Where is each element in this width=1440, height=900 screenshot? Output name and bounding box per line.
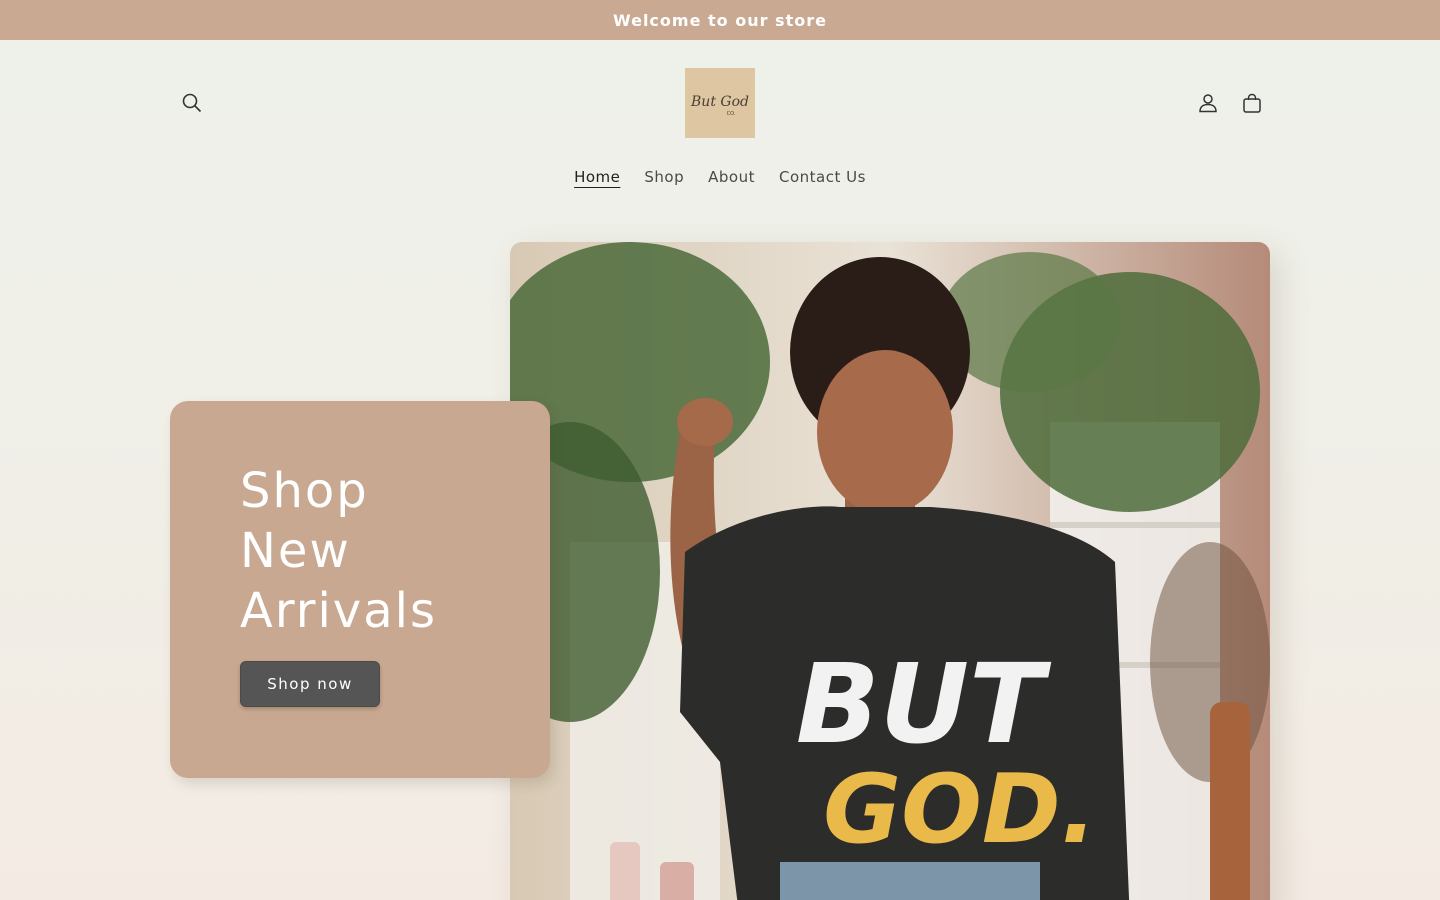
shop-now-button[interactable]: Shop now [240, 661, 380, 707]
main-nav: Home Shop About Contact Us [0, 164, 1440, 190]
cart-button[interactable] [1230, 81, 1274, 125]
announcement-bar: Welcome to our store [0, 0, 1440, 40]
nav-home[interactable]: Home [562, 164, 632, 190]
hero-heading-line-2: New [240, 523, 351, 579]
hero-image: BUT GOD. [510, 242, 1270, 900]
nav-contact-us[interactable]: Contact Us [767, 164, 878, 190]
logo-wordmark: But God [690, 94, 749, 110]
hero-heading-line-3: Arrivals [240, 583, 437, 639]
account-icon [1199, 94, 1217, 113]
hero-heading: Shop New Arrivals [240, 461, 500, 641]
shirt-text-but: BUT [796, 640, 1052, 768]
account-button[interactable] [1186, 81, 1230, 125]
shirt-text-god: GOD. [823, 755, 1097, 865]
search-icon [182, 93, 202, 113]
hero-heading-line-1: Shop [240, 463, 369, 519]
search-button[interactable] [170, 81, 214, 125]
store-logo[interactable]: But God CO. [685, 68, 755, 138]
nav-shop[interactable]: Shop [632, 164, 696, 190]
nav-about[interactable]: About [696, 164, 767, 190]
hero-card: Shop New Arrivals Shop now [170, 401, 550, 778]
announcement-text: Welcome to our store [613, 10, 827, 30]
logo-suffix: CO. [727, 111, 736, 117]
cart-icon [1243, 93, 1261, 113]
